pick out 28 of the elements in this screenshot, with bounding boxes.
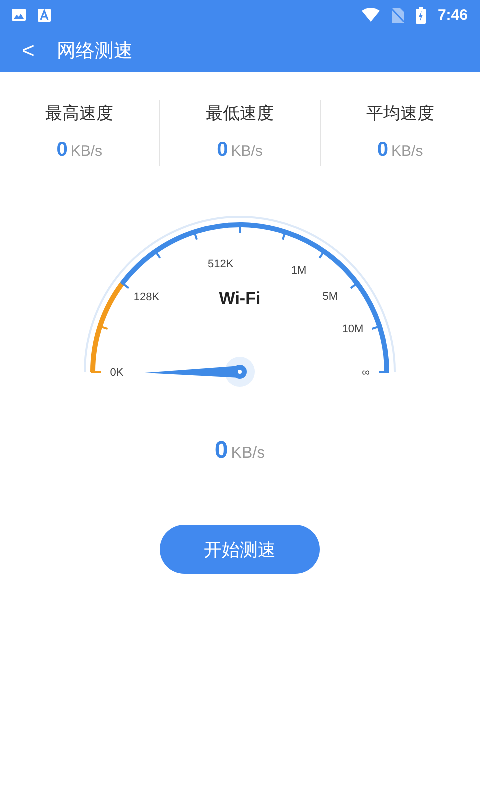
back-button[interactable]: < <box>22 38 35 64</box>
scale-label: 0K <box>110 367 124 379</box>
scale-label: ∞ <box>362 367 370 379</box>
stat-label: 最低速度 <box>206 103 274 125</box>
scale-label: 5M <box>322 291 338 304</box>
status-time: 7:46 <box>438 6 468 24</box>
scale-label: 512K <box>208 258 234 271</box>
image-icon <box>12 9 26 21</box>
network-type-label: Wi-Fi <box>219 289 261 308</box>
current-speed-value: 0 <box>214 437 228 465</box>
scale-label: 10M <box>342 324 364 336</box>
stat-unit: KB/s <box>231 143 263 160</box>
no-sim-icon <box>392 8 404 22</box>
stat-value: 0 <box>217 139 228 162</box>
stat-label: 平均速度 <box>366 103 434 125</box>
stat-label: 最高速度 <box>46 103 114 125</box>
stat-unit: KB/s <box>70 143 103 160</box>
stat-value: 0 <box>56 139 68 162</box>
font-icon <box>38 8 51 22</box>
page-title: 网络测速 <box>56 39 133 64</box>
scale-label: 128K <box>134 291 160 304</box>
current-speed-unit: KB/s <box>231 445 266 463</box>
start-test-button[interactable]: 开始测速 <box>160 525 320 574</box>
stat-unit: KB/s <box>392 143 424 160</box>
scale-label: 1M <box>291 264 307 277</box>
wifi-icon <box>362 8 380 22</box>
stat-value: 0 <box>377 139 389 162</box>
battery-charging-icon <box>416 6 426 24</box>
